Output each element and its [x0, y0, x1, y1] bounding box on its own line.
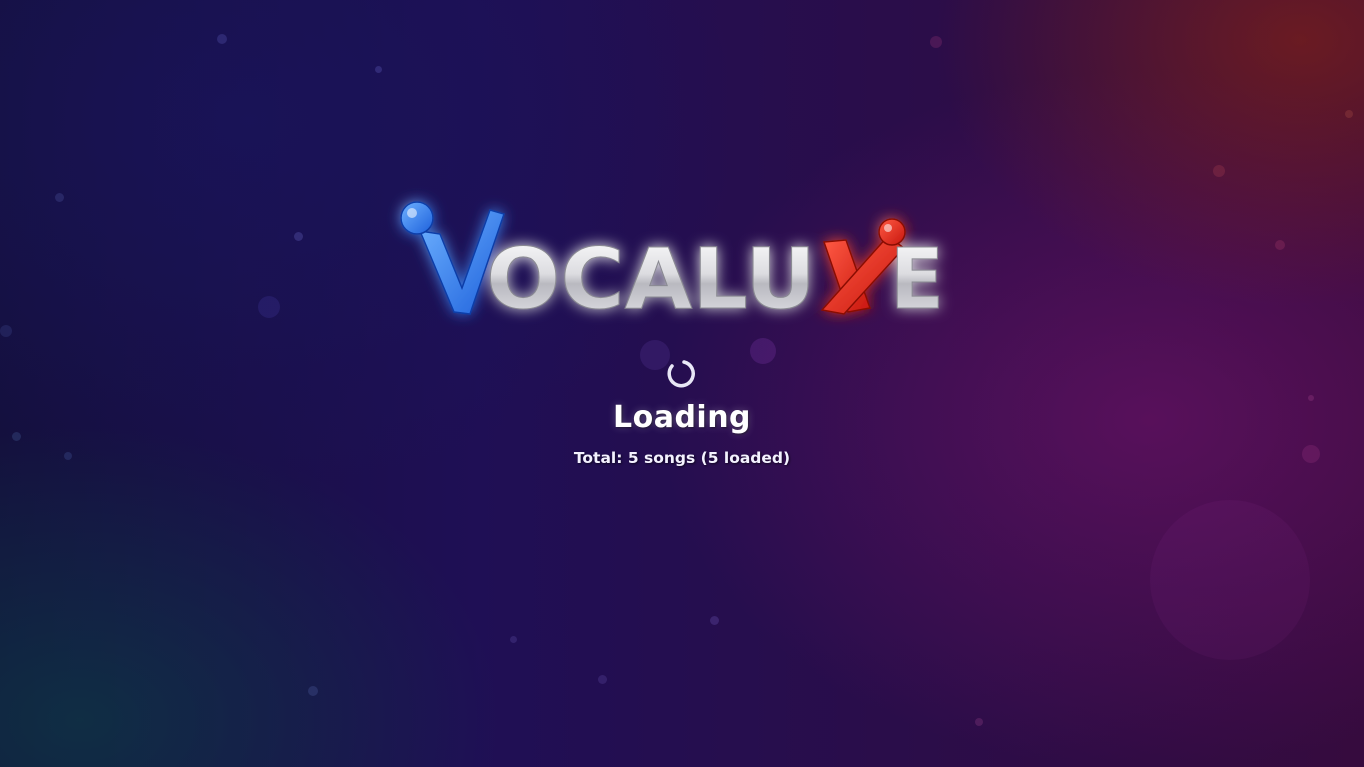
loading-title: Loading [612, 400, 752, 435]
bokeh-dot [55, 193, 64, 202]
bokeh-dot [217, 34, 227, 44]
logo-letters: OCALU [486, 230, 816, 328]
loading-status: Total: 5 songs (5 loaded) [573, 449, 791, 467]
logo-letter-e: E [890, 230, 944, 328]
bokeh-dot [930, 36, 942, 48]
bokeh-dot [598, 675, 607, 684]
bokeh-dot [710, 616, 719, 625]
bokeh-dot [0, 325, 12, 337]
bokeh-dot [258, 296, 280, 318]
vocaluxe-logo: OCALU E [392, 196, 952, 329]
bokeh-dot [1302, 445, 1320, 463]
spinner-icon [664, 356, 700, 392]
bokeh-dot [64, 452, 72, 460]
bokeh-dot [750, 338, 776, 364]
bokeh-dot [294, 232, 303, 241]
bokeh-dot [975, 718, 983, 726]
bokeh-dot [1345, 110, 1353, 118]
bokeh-dot [510, 636, 517, 643]
bokeh-dot [375, 66, 382, 73]
bokeh-dot [12, 432, 21, 441]
bokeh-dot [1275, 240, 1285, 250]
bokeh-dot [308, 686, 318, 696]
bokeh-dot [1213, 165, 1225, 177]
bokeh-dot [1150, 500, 1310, 660]
bokeh-dot [1308, 395, 1314, 401]
